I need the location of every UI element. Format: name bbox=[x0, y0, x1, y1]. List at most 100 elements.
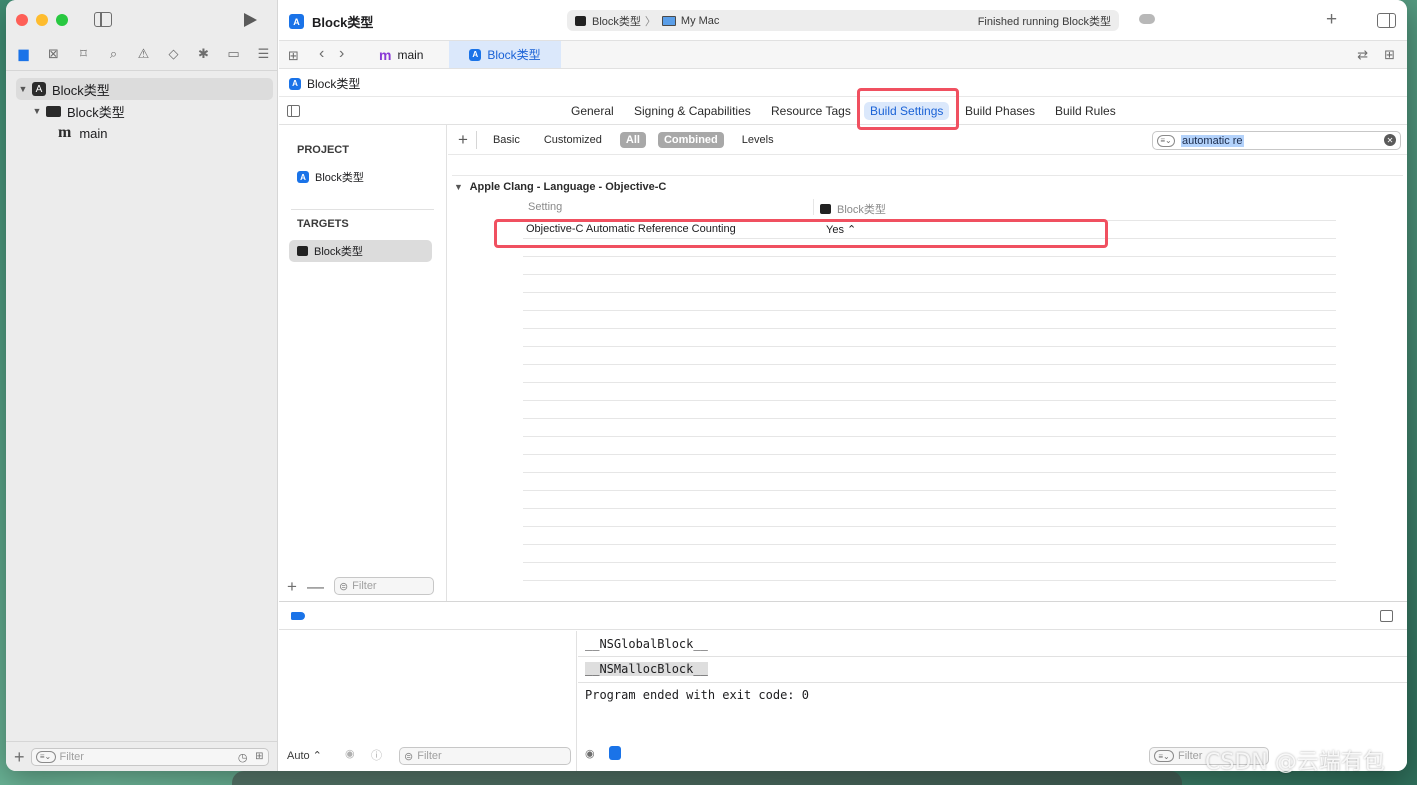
settings-row-line bbox=[523, 400, 1336, 401]
breakpoint-icon[interactable]: ▭ bbox=[224, 44, 243, 63]
filter-icon[interactable]: ≡⌄ bbox=[35, 750, 56, 763]
settings-row-line bbox=[523, 274, 1336, 275]
breadcrumb-label: Block类型 bbox=[307, 77, 361, 91]
close-window-button[interactable] bbox=[16, 14, 28, 26]
navigator-filter-field[interactable]: ≡⌄ Filter ◷ ⊞ bbox=[30, 747, 269, 766]
source-control-filter-icon[interactable]: ⊞ bbox=[255, 751, 263, 762]
scheme-selector[interactable]: Block类型 bbox=[592, 13, 641, 29]
settings-row-line bbox=[523, 544, 1336, 545]
console-line: __NSMallocBlock__ bbox=[585, 662, 708, 676]
app-icon: A bbox=[32, 82, 46, 96]
filter-placeholder: Filter bbox=[59, 750, 84, 763]
column-divider bbox=[813, 199, 814, 215]
filter-all[interactable]: All bbox=[619, 131, 646, 148]
tab-general[interactable]: General bbox=[571, 104, 614, 118]
disclosure-icon[interactable]: ▼ bbox=[30, 106, 44, 116]
variables-scope-selector[interactable]: Auto ⌃ bbox=[287, 749, 322, 762]
hide-debug-area-icon[interactable] bbox=[1380, 610, 1393, 622]
tree-item-file[interactable]: m main bbox=[16, 122, 273, 144]
console-line: Program ended with exit code: 0 bbox=[585, 688, 809, 702]
settings-search-field[interactable]: ≡⌄ automatic re ✕ bbox=[1152, 131, 1401, 150]
navigator-sidebar: ▆ ⊠ ⌑ ⌕ ⚠ ◇ ✱ ▭ ☰ ▼ A Block类型 ▼ Block类型 … bbox=[6, 0, 278, 771]
filter-placeholder: Filter bbox=[1178, 750, 1203, 762]
remove-target-button[interactable]: — bbox=[307, 578, 324, 595]
add-setting-button[interactable]: + bbox=[458, 130, 468, 150]
breakpoint-icon[interactable] bbox=[291, 612, 305, 620]
folder-icon bbox=[46, 105, 61, 117]
divider bbox=[578, 682, 1407, 683]
disclosure-icon[interactable]: ▼ bbox=[16, 84, 30, 94]
tab-build-rules[interactable]: Build Rules bbox=[1055, 104, 1116, 118]
toggle-inspector-icon[interactable] bbox=[1377, 13, 1396, 28]
clear-search-icon[interactable]: ✕ bbox=[1384, 134, 1396, 146]
filter-basic[interactable]: Basic bbox=[487, 132, 526, 148]
add-editor-icon[interactable]: ⊞ bbox=[1384, 47, 1395, 63]
folder-icon[interactable]: ▆ bbox=[14, 44, 33, 63]
watermark: CSDN @云端有包 bbox=[1205, 750, 1385, 775]
settings-row-line bbox=[523, 526, 1336, 527]
tab-main[interactable]: m main bbox=[367, 41, 435, 68]
toggle-targets-panel-icon[interactable] bbox=[287, 105, 300, 117]
target-item[interactable]: Block类型 bbox=[289, 240, 432, 262]
related-items-icon[interactable]: ⊞ bbox=[288, 48, 299, 64]
forward-chevron-icon[interactable]: › bbox=[339, 45, 344, 63]
settings-row-line bbox=[523, 580, 1336, 581]
main-area: A Block类型 Block类型 〉 My Mac Finished runn… bbox=[279, 0, 1407, 771]
debug-bar bbox=[279, 602, 1407, 630]
tab-build-phases[interactable]: Build Phases bbox=[965, 104, 1035, 118]
settings-row-line bbox=[523, 418, 1336, 419]
app-icon: A bbox=[469, 48, 482, 61]
filter-icon[interactable]: ≡⌄ bbox=[1154, 750, 1174, 762]
bookmark-icon[interactable]: ⌑ bbox=[74, 44, 93, 63]
editor-tab-bar: ⊞ ‹ › m main A Block类型 ⇄ ⊞ bbox=[279, 41, 1407, 69]
settings-row-line bbox=[523, 454, 1336, 455]
project-item[interactable]: A Block类型 bbox=[289, 166, 432, 188]
destination-selector[interactable]: My Mac bbox=[681, 15, 720, 27]
settings-group-header[interactable]: ▼ Apple Clang - Language - Objective-C bbox=[454, 181, 666, 193]
filter-placeholder: Filter bbox=[417, 750, 442, 762]
add-target-button[interactable]: + bbox=[287, 578, 297, 595]
project-title: A Block类型 bbox=[289, 12, 373, 31]
eye-icon[interactable]: ◉ bbox=[345, 747, 355, 760]
console-toggle-icon[interactable] bbox=[609, 746, 621, 760]
issue-icon[interactable]: ⚠ bbox=[134, 44, 153, 63]
column-header-target-label: Block类型 bbox=[837, 204, 886, 216]
tab-signing[interactable]: Signing & Capabilities bbox=[634, 104, 751, 118]
report-icon[interactable]: ☰ bbox=[254, 44, 273, 63]
debug-icon[interactable]: ✱ bbox=[194, 44, 213, 63]
eye-icon[interactable]: ◉ bbox=[585, 747, 595, 760]
recent-files-icon[interactable]: ◷ bbox=[238, 751, 248, 764]
filter-icon[interactable]: ≡⌄ bbox=[1157, 134, 1175, 147]
library-button[interactable]: + bbox=[1326, 9, 1337, 31]
tree-item-folder[interactable]: ▼ Block类型 bbox=[16, 100, 273, 122]
breadcrumb[interactable]: A Block类型 bbox=[289, 75, 360, 92]
find-icon[interactable]: ⌕ bbox=[104, 44, 123, 63]
swap-icon[interactable]: ⇄ bbox=[1357, 47, 1368, 63]
settings-row-line bbox=[523, 508, 1336, 509]
settings-row-line bbox=[523, 346, 1336, 347]
source-control-icon[interactable]: ⊠ bbox=[44, 44, 63, 63]
target-item-label: Block类型 bbox=[314, 246, 363, 258]
filter-combined[interactable]: Combined bbox=[657, 131, 724, 148]
terminal-icon bbox=[297, 246, 308, 256]
add-file-button[interactable]: + bbox=[14, 748, 25, 766]
project-tree: ▼ A Block类型 ▼ Block类型 m main bbox=[16, 78, 273, 144]
terminal-icon bbox=[820, 204, 831, 214]
run-button[interactable] bbox=[244, 13, 257, 27]
project-header: PROJECT bbox=[297, 144, 349, 156]
zoom-window-button[interactable] bbox=[56, 14, 68, 26]
tab-resource-tags[interactable]: Resource Tags bbox=[771, 104, 851, 118]
tab-project[interactable]: A Block类型 bbox=[449, 41, 561, 68]
filter-customized[interactable]: Customized bbox=[538, 132, 608, 148]
toggle-navigator-icon[interactable] bbox=[94, 12, 112, 27]
test-icon[interactable]: ◇ bbox=[164, 44, 183, 63]
filter-icon: ⊜ bbox=[404, 750, 414, 763]
filter-levels[interactable]: Levels bbox=[736, 132, 780, 148]
targets-filter-field[interactable]: ⊜ Filter bbox=[333, 577, 434, 595]
tree-item-project[interactable]: ▼ A Block类型 bbox=[16, 78, 273, 100]
variables-filter-field[interactable]: ⊜ Filter bbox=[399, 747, 571, 765]
minimize-window-button[interactable] bbox=[36, 14, 48, 26]
disclosure-icon[interactable]: ▼ bbox=[454, 182, 463, 192]
info-icon[interactable]: ⓘ bbox=[371, 747, 382, 763]
back-chevron-icon[interactable]: ‹ bbox=[319, 45, 324, 63]
